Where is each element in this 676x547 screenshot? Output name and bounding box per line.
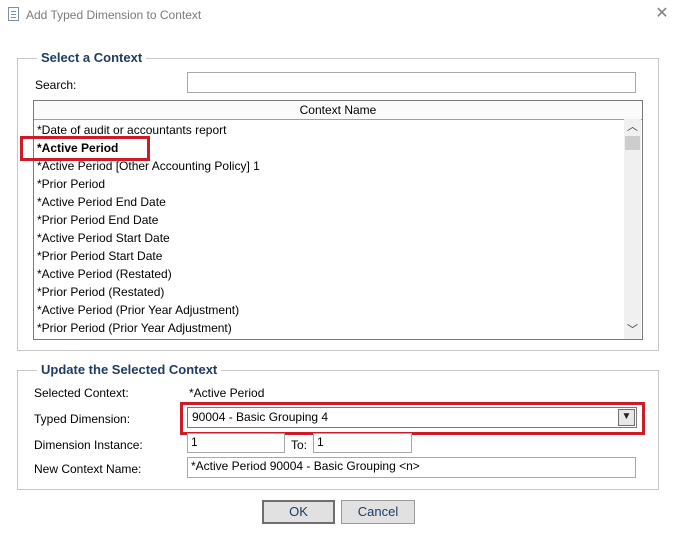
document-icon — [8, 7, 19, 21]
selected-context-label: Selected Context: — [34, 386, 129, 400]
list-item[interactable]: *Active Period (Restated) — [36, 265, 622, 283]
select-context-legend: Select a Context — [37, 50, 147, 65]
typed-dimension-highlight — [180, 402, 645, 435]
scroll-thumb[interactable] — [625, 136, 640, 150]
dimension-instance-from-input[interactable]: 1 — [187, 433, 285, 453]
list-item[interactable]: *Active Period Start Date — [36, 229, 622, 247]
new-context-name-input[interactable]: *Active Period 90004 - Basic Grouping <n… — [187, 457, 636, 478]
search-label: Search: — [35, 78, 77, 92]
list-scrollbar[interactable]: ︿ ﹀ — [624, 119, 641, 339]
update-context-legend: Update the Selected Context — [37, 362, 222, 377]
close-icon[interactable]: ✕ — [652, 4, 672, 24]
typed-dimension-label: Typed Dimension: — [34, 412, 131, 426]
scroll-down-icon[interactable]: ﹀ — [624, 322, 641, 339]
search-input[interactable] — [187, 72, 636, 93]
new-context-name-label: New Context Name: — [34, 462, 142, 476]
ok-button[interactable]: OK — [262, 500, 335, 524]
list-item[interactable]: *Prior Period (Restated) — [36, 283, 622, 301]
window-title: Add Typed Dimension to Context — [26, 8, 202, 22]
list-item[interactable]: *Active Period End Date — [36, 193, 622, 211]
cancel-button[interactable]: Cancel — [341, 500, 415, 524]
list-item[interactable]: *Prior Period — [36, 175, 622, 193]
list-item[interactable]: *Active Period (Prior Year Adjustment) — [36, 301, 622, 319]
title-bar: Add Typed Dimension to Context ✕ — [0, 0, 676, 30]
selected-context-value: *Active Period — [189, 386, 265, 400]
list-item[interactable]: *Prior Period (Prior Year Adjustment) — [36, 319, 622, 337]
list-item[interactable]: *Prior Period Start Date — [36, 247, 622, 265]
scroll-up-icon[interactable]: ︿ — [624, 119, 641, 136]
to-label: To: — [291, 438, 308, 452]
selected-item-highlight — [20, 136, 150, 161]
dimension-instance-to-input[interactable]: 1 — [313, 433, 412, 453]
context-name-column-header[interactable]: Context Name — [34, 101, 642, 120]
dimension-instance-label: Dimension Instance: — [34, 438, 143, 452]
list-item[interactable]: *Prior Period End Date — [36, 211, 622, 229]
